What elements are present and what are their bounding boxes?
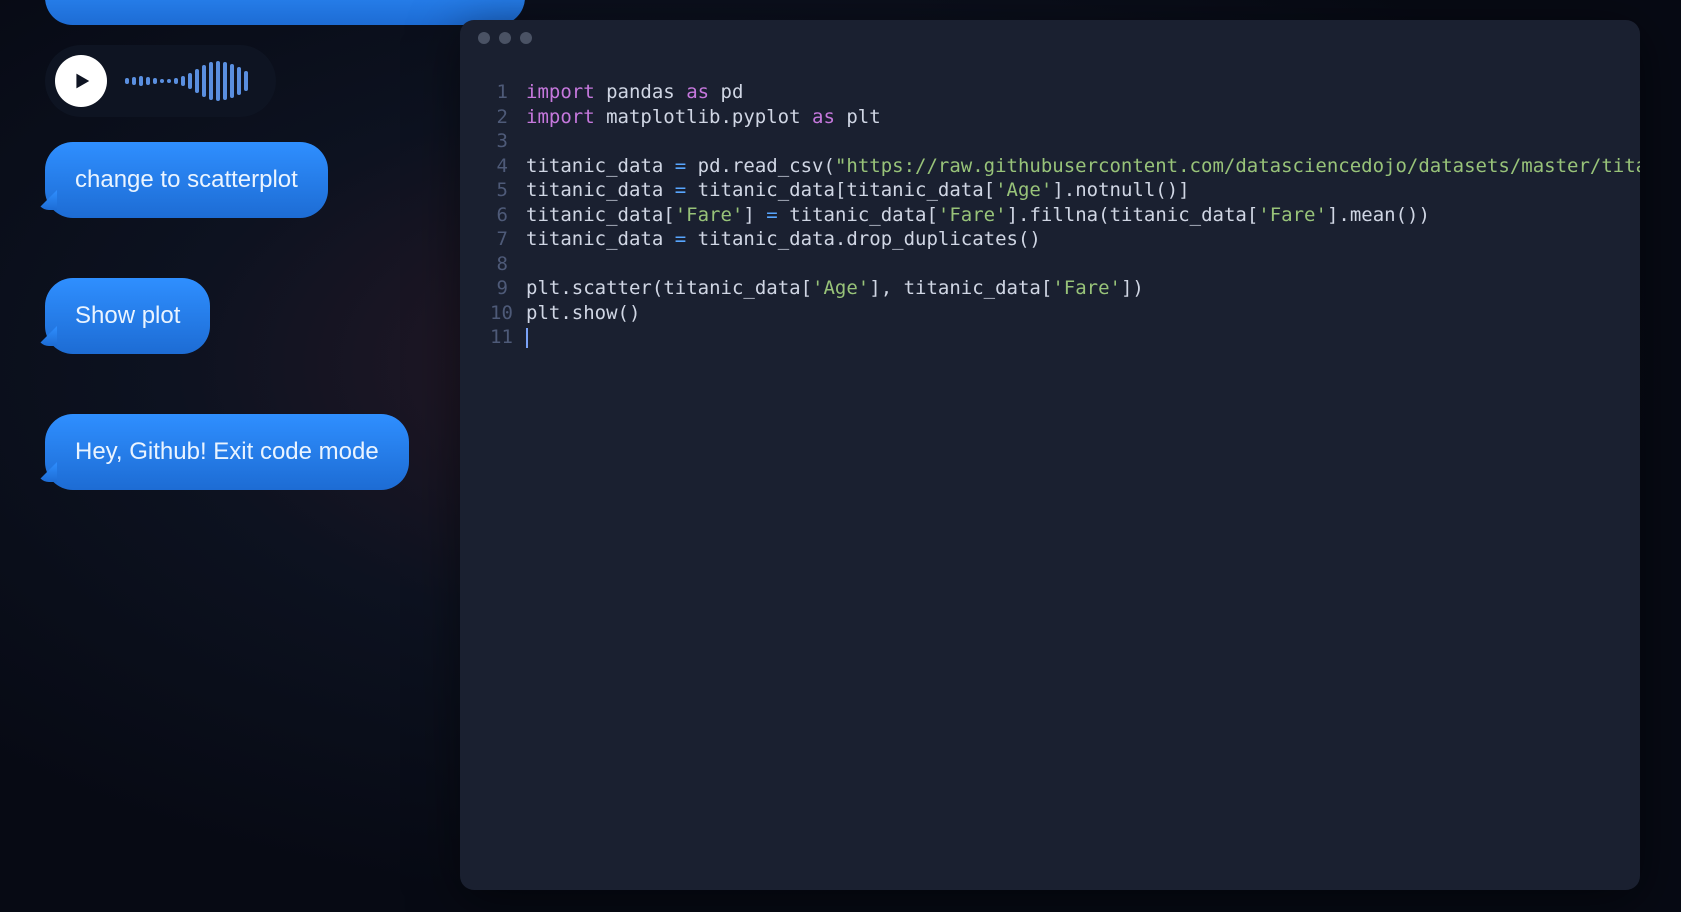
waveform-bar <box>244 71 248 91</box>
waveform-bar <box>125 78 129 84</box>
waveform-bar <box>174 78 178 84</box>
code-content: titanic_data['Fare'] = titanic_data['Far… <box>526 203 1640 228</box>
code-line: 1import pandas as pd <box>490 80 1640 105</box>
line-number: 11 <box>490 325 526 350</box>
chat-bubble: Hey, Github! Exit code mode <box>45 414 409 490</box>
waveform-bar <box>188 73 192 89</box>
waveform-bar <box>216 61 220 101</box>
text-cursor <box>526 328 528 348</box>
code-line: 8 <box>490 252 1640 277</box>
code-content <box>526 325 1640 350</box>
line-number: 2 <box>490 105 526 130</box>
waveform-bar <box>195 69 199 93</box>
line-number: 7 <box>490 227 526 252</box>
waveform-bar <box>230 64 234 98</box>
waveform-bar <box>139 76 143 86</box>
waveform-icon <box>125 61 248 101</box>
line-number: 4 <box>490 154 526 179</box>
chat-bubble: Show plot <box>45 278 210 354</box>
waveform-bar <box>223 62 227 100</box>
play-button[interactable] <box>55 55 107 107</box>
code-content: titanic_data = pd.read_csv("https://raw.… <box>526 154 1640 179</box>
code-line: 2import matplotlib.pyplot as plt <box>490 105 1640 130</box>
voice-message <box>45 45 276 117</box>
line-number: 6 <box>490 203 526 228</box>
waveform-bar <box>132 77 136 85</box>
line-number: 5 <box>490 178 526 203</box>
code-line: 9plt.scatter(titanic_data['Age'], titani… <box>490 276 1640 301</box>
line-number: 9 <box>490 276 526 301</box>
waveform-bar <box>160 79 164 83</box>
code-content: plt.show() <box>526 301 1640 326</box>
code-content: import pandas as pd <box>526 80 1640 105</box>
traffic-light-dot[interactable] <box>478 32 490 44</box>
code-content: import matplotlib.pyplot as plt <box>526 105 1640 130</box>
waveform-bar <box>202 65 206 97</box>
code-content: titanic_data = titanic_data.drop_duplica… <box>526 227 1640 252</box>
code-line: 5titanic_data = titanic_data[titanic_dat… <box>490 178 1640 203</box>
play-icon <box>70 70 92 92</box>
code-editor-window: 1import pandas as pd2import matplotlib.p… <box>460 20 1640 890</box>
waveform-bar <box>181 76 185 86</box>
line-number: 8 <box>490 252 526 277</box>
code-line: 6titanic_data['Fare'] = titanic_data['Fa… <box>490 203 1640 228</box>
waveform-bar <box>237 67 241 95</box>
traffic-light-dot[interactable] <box>499 32 511 44</box>
line-number: 10 <box>490 301 526 326</box>
line-number: 3 <box>490 129 526 154</box>
chat-bubble-partial <box>45 0 525 25</box>
code-line: 11 <box>490 325 1640 350</box>
code-line: 7titanic_data = titanic_data.drop_duplic… <box>490 227 1640 252</box>
code-line: 10plt.show() <box>490 301 1640 326</box>
waveform-bar <box>167 79 171 83</box>
code-line: 4titanic_data = pd.read_csv("https://raw… <box>490 154 1640 179</box>
line-number: 1 <box>490 80 526 105</box>
code-content: plt.scatter(titanic_data['Age'], titanic… <box>526 276 1640 301</box>
code-content: titanic_data = titanic_data[titanic_data… <box>526 178 1640 203</box>
code-line: 3 <box>490 129 1640 154</box>
window-titlebar <box>460 20 1640 56</box>
waveform-bar <box>209 62 213 100</box>
code-content <box>526 252 1640 277</box>
waveform-bar <box>153 78 157 84</box>
waveform-bar <box>146 77 150 85</box>
code-area[interactable]: 1import pandas as pd2import matplotlib.p… <box>490 80 1640 870</box>
code-content <box>526 129 1640 154</box>
chat-bubble: change to scatterplot <box>45 142 328 218</box>
traffic-light-dot[interactable] <box>520 32 532 44</box>
